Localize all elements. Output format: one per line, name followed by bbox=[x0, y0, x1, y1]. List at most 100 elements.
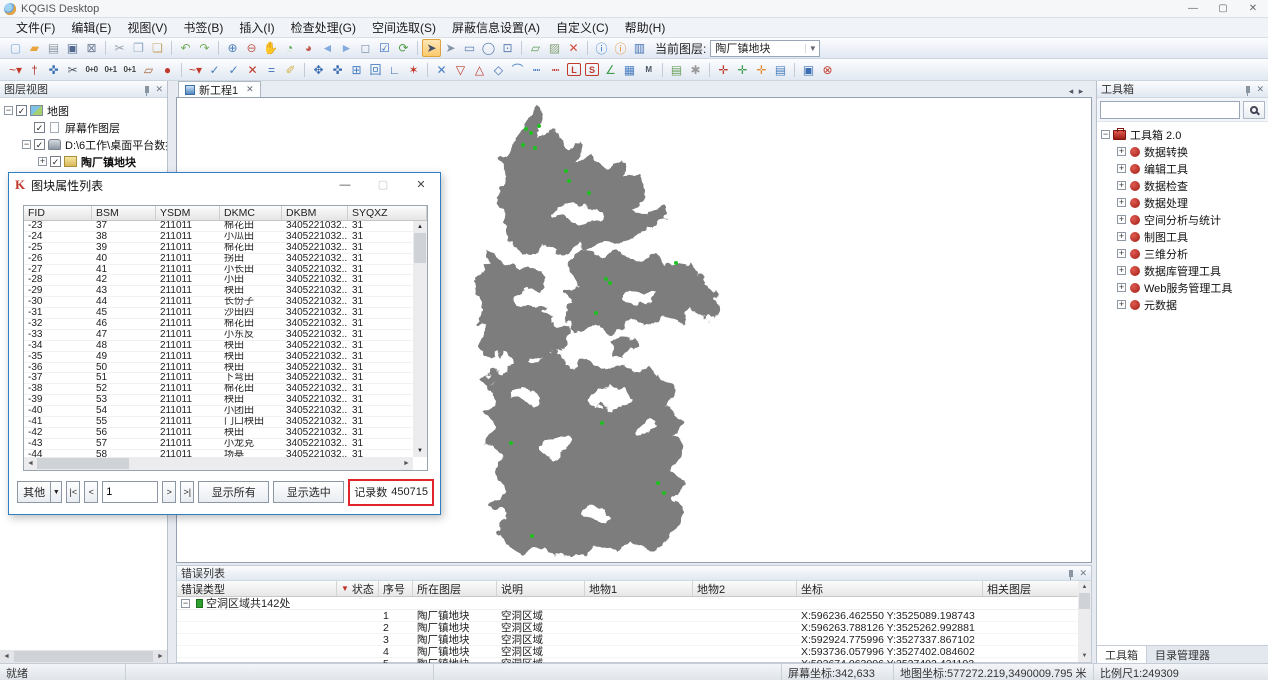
grid-icon[interactable]: ▦ bbox=[620, 61, 639, 79]
error-table-row[interactable]: 2 陶厂镇地块空洞区域 X:596263.788126 Y:3525262.99… bbox=[177, 622, 1091, 634]
paste-icon[interactable]: ❏ bbox=[148, 39, 167, 57]
draw-polygon-freehand-icon[interactable]: ✓ bbox=[224, 61, 243, 79]
check-diamond-icon[interactable]: ◇ bbox=[489, 61, 508, 79]
reshape-icon[interactable]: ▱ bbox=[139, 61, 158, 79]
measure-red-icon[interactable]: ┉ bbox=[546, 61, 565, 79]
other-button[interactable]: 其他 bbox=[17, 481, 50, 503]
menu-item[interactable]: 视图(V) bbox=[119, 17, 175, 38]
chevron-down-icon[interactable]: ▼ bbox=[805, 44, 819, 53]
close-icon[interactable]: ✕ bbox=[1079, 568, 1087, 579]
topology-icon[interactable]: ⊞ bbox=[347, 61, 366, 79]
close-button[interactable]: ✕ bbox=[1238, 0, 1268, 18]
tree-expander-icon[interactable]: − bbox=[181, 599, 190, 608]
zoom-in-step-icon[interactable]: ◔ bbox=[280, 39, 299, 57]
filter-icon[interactable]: ▼ bbox=[341, 584, 349, 593]
draw-polygon-icon[interactable]: ✓ bbox=[205, 61, 224, 79]
toolbox-category-item[interactable]: + 数据转换 bbox=[1097, 143, 1268, 160]
tab-close-icon[interactable]: ✕ bbox=[246, 84, 254, 95]
attribute-row[interactable]: -4155211011 门口秧田3405221032...31 bbox=[24, 417, 413, 428]
attribute-row[interactable]: -3145211011 沙田四3405221032...31 bbox=[24, 308, 413, 319]
save-edits-icon[interactable]: ▣ bbox=[799, 61, 818, 79]
search-button[interactable] bbox=[1243, 101, 1265, 119]
attribute-row[interactable]: -2337211011 棉花田3405221032...31 bbox=[24, 221, 413, 232]
tab-next-icon[interactable]: ▸ bbox=[1076, 86, 1086, 97]
eraser-icon[interactable]: ✐ bbox=[281, 61, 300, 79]
attribute-row[interactable]: -4458211011 场基3405221032...31 bbox=[24, 450, 413, 457]
dialog-minimize-button[interactable]: — bbox=[326, 173, 364, 197]
merge-new-icon[interactable]: 0+1 bbox=[120, 61, 139, 79]
layer-visibility-checkbox[interactable]: ✓ bbox=[34, 139, 45, 150]
scrollbar-thumb[interactable] bbox=[414, 233, 426, 263]
select-cursor-icon[interactable]: ➤ bbox=[422, 39, 441, 57]
toolbox-search-input[interactable] bbox=[1100, 101, 1240, 119]
menu-item[interactable]: 文件(F) bbox=[8, 17, 63, 38]
col-related-layer[interactable]: 相关图层 bbox=[983, 581, 1091, 596]
attribute-column-header[interactable]: DKBM bbox=[282, 206, 348, 220]
col-status[interactable]: ▼状态 bbox=[337, 581, 379, 596]
pan-hand-icon[interactable]: ✋ bbox=[261, 39, 280, 57]
show-all-button[interactable]: 显示所有 bbox=[198, 481, 269, 503]
render-checkbox-icon[interactable]: ☑ bbox=[375, 39, 394, 57]
attribute-row[interactable]: -4256211011 秧田3405221032...31 bbox=[24, 428, 413, 439]
tree-expander-icon[interactable]: + bbox=[1117, 232, 1126, 241]
refresh-icon[interactable]: ⟳ bbox=[394, 39, 413, 57]
attribute-row[interactable]: -3953211011 秧田3405221032...31 bbox=[24, 395, 413, 406]
measure-dotted-icon[interactable]: ┉ bbox=[527, 61, 546, 79]
offset-icon[interactable]: 回 bbox=[366, 61, 385, 79]
attribute-row[interactable]: -2943211011 秧田3405221032...31 bbox=[24, 286, 413, 297]
move-node-icon[interactable]: ✜ bbox=[328, 61, 347, 79]
copy-icon[interactable]: ❐ bbox=[129, 39, 148, 57]
tree-expander-icon[interactable]: + bbox=[1117, 181, 1126, 190]
attribute-row[interactable]: -2842211011 小田3405221032...31 bbox=[24, 275, 413, 286]
last-record-button[interactable]: >| bbox=[180, 481, 194, 503]
dialog-close-button[interactable]: ✕ bbox=[402, 173, 440, 197]
check-triangle-icon[interactable]: △ bbox=[470, 61, 489, 79]
minimize-button[interactable]: — bbox=[1178, 0, 1208, 18]
explode-icon[interactable]: ✶ bbox=[404, 61, 423, 79]
previous-record-button[interactable]: < bbox=[84, 481, 98, 503]
scroll-right-icon[interactable]: ► bbox=[154, 653, 167, 660]
node-add-green-icon[interactable]: ✛ bbox=[733, 61, 752, 79]
layer-visibility-checkbox[interactable]: ✓ bbox=[50, 156, 61, 167]
arc-icon[interactable]: ⌒ bbox=[508, 61, 527, 79]
node-add-orange-icon[interactable]: ✛ bbox=[752, 61, 771, 79]
select-rectangle-icon[interactable]: ▭ bbox=[460, 39, 479, 57]
selection-hatch-icon[interactable]: ▨ bbox=[545, 39, 564, 57]
attribute-column-header[interactable]: FID bbox=[24, 206, 92, 220]
attribute-row[interactable]: -2438211011 小瓜田3405221032...31 bbox=[24, 232, 413, 243]
attribute-row[interactable]: -3347211011 小东反3405221032...31 bbox=[24, 330, 413, 341]
tree-expander-icon[interactable]: + bbox=[1117, 164, 1126, 173]
toolbox-category-item[interactable]: + 数据检查 bbox=[1097, 177, 1268, 194]
toolbox-category-item[interactable]: + 制图工具 bbox=[1097, 228, 1268, 245]
tree-expander-icon[interactable]: + bbox=[1117, 266, 1126, 275]
other-dropdown-icon[interactable]: ▼ bbox=[50, 481, 62, 503]
close-icon[interactable]: ✕ bbox=[1256, 84, 1264, 95]
redo-icon[interactable]: ↷ bbox=[195, 39, 214, 57]
menu-item[interactable]: 帮助(H) bbox=[617, 17, 674, 38]
attribute-column-header[interactable]: BSM bbox=[92, 206, 156, 220]
error-list-vscrollbar[interactable]: ▲ ▼ bbox=[1078, 581, 1091, 662]
error-table-row[interactable]: 1 陶厂镇地块空洞区域 X:596236.462550 Y:3525089.19… bbox=[177, 610, 1091, 622]
scroll-up-icon[interactable]: ▲ bbox=[1082, 581, 1088, 593]
col-error-type[interactable]: 错误类型 bbox=[177, 581, 337, 596]
zoom-out-step-icon[interactable]: ◕ bbox=[299, 39, 318, 57]
toolbox-category-item[interactable]: + 元数据 bbox=[1097, 296, 1268, 313]
menu-item[interactable]: 自定义(C) bbox=[548, 17, 617, 38]
settings-gear-icon[interactable]: ✱ bbox=[686, 61, 705, 79]
merge-keep-icon[interactable]: 0+1 bbox=[101, 61, 120, 79]
trace-line-icon[interactable]: ~▾ bbox=[186, 61, 205, 79]
attribute-row[interactable]: -3044211011 长份子3405221032...31 bbox=[24, 297, 413, 308]
identify-orange-icon[interactable]: ⓘ bbox=[611, 39, 630, 57]
tree-expander-icon[interactable]: + bbox=[1117, 215, 1126, 224]
toolbox-root-item[interactable]: − 工具箱 2.0 bbox=[1097, 126, 1268, 143]
scroll-right-icon[interactable]: ► bbox=[400, 460, 413, 467]
layer-tree-item[interactable]: + ✓ 陶厂镇地块 bbox=[0, 153, 167, 170]
intersect-icon[interactable]: ✕ bbox=[432, 61, 451, 79]
menu-item[interactable]: 编辑(E) bbox=[63, 17, 119, 38]
tree-expander-icon[interactable]: + bbox=[38, 157, 47, 166]
col-description[interactable]: 说明 bbox=[497, 581, 585, 596]
node-cursor-icon[interactable]: ✛ bbox=[714, 61, 733, 79]
attribute-row[interactable]: -3650211011 秧田3405221032...31 bbox=[24, 363, 413, 374]
select-screen-icon[interactable]: ⊡ bbox=[498, 39, 517, 57]
layer-tree-item[interactable]: − ✓ D:\6工作\桌面平台数据 bbox=[0, 136, 167, 153]
